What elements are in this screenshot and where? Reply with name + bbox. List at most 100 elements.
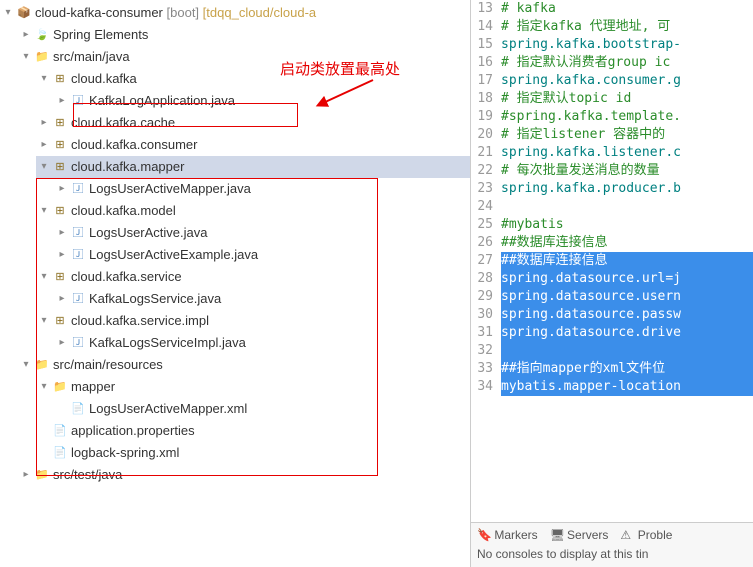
tree-file-logsuseractiveexample[interactable]: ▸ 🄹 LogsUserActiveExample.java bbox=[54, 244, 470, 266]
code-line[interactable]: 32 bbox=[471, 342, 753, 360]
tree-package-cache[interactable]: ▸ ⊞ cloud.kafka.cache bbox=[36, 112, 470, 134]
line-number: 32 bbox=[471, 342, 501, 360]
source-folder-icon: 📁 bbox=[34, 49, 50, 65]
twisty-icon[interactable]: ▸ bbox=[18, 464, 34, 486]
code-line[interactable]: 13# kafka bbox=[471, 0, 753, 18]
package-icon: ⊞ bbox=[52, 269, 68, 285]
item-label: LogsUserActiveExample.java bbox=[89, 244, 258, 266]
code-line[interactable]: 26##数据库连接信息 bbox=[471, 234, 753, 252]
tree-file-kafkalogsserviceimpl[interactable]: ▸ 🄹 KafkaLogsServiceImpl.java bbox=[54, 332, 470, 354]
code-line[interactable]: 33##指向mapper的xml文件位 bbox=[471, 360, 753, 378]
twisty-icon[interactable]: ▸ bbox=[36, 134, 52, 156]
tree-project-root[interactable]: ▾ 📦 cloud-kafka-consumer [boot] [tdqq_cl… bbox=[0, 2, 470, 24]
code-text bbox=[501, 342, 753, 360]
line-number: 15 bbox=[471, 36, 501, 54]
twisty-icon[interactable]: ▸ bbox=[18, 24, 34, 46]
code-line[interactable]: 19#spring.kafka.template. bbox=[471, 108, 753, 126]
code-line[interactable]: 15spring.kafka.bootstrap- bbox=[471, 36, 753, 54]
code-line[interactable]: 28spring.datasource.url=j bbox=[471, 270, 753, 288]
twisty-icon[interactable]: ▾ bbox=[36, 156, 52, 178]
tree-package-model[interactable]: ▾ ⊞ cloud.kafka.model bbox=[36, 200, 470, 222]
source-folder-icon: 📁 bbox=[34, 357, 50, 373]
code-text: spring.kafka.producer.b bbox=[501, 180, 753, 198]
twisty-icon[interactable]: ▾ bbox=[18, 354, 34, 376]
code-line[interactable]: 30spring.datasource.passw bbox=[471, 306, 753, 324]
line-number: 18 bbox=[471, 90, 501, 108]
markers-icon: 🔖 bbox=[477, 528, 491, 542]
code-text: ##数据库连接信息 bbox=[501, 234, 753, 252]
servers-icon: 🖥 bbox=[550, 528, 564, 542]
xml-file-icon: 📄 bbox=[70, 401, 86, 417]
item-label: cloud.kafka.mapper bbox=[71, 156, 184, 178]
twisty-icon[interactable]: ▾ bbox=[36, 200, 52, 222]
code-line[interactable]: 24 bbox=[471, 198, 753, 216]
code-line[interactable]: 14# 指定kafka 代理地址, 可 bbox=[471, 18, 753, 36]
code-text bbox=[501, 198, 753, 216]
twisty-icon[interactable]: ▾ bbox=[36, 376, 52, 398]
tree-file-logsuseractive[interactable]: ▸ 🄹 LogsUserActive.java bbox=[54, 222, 470, 244]
tree-file-kafkalogsservice[interactable]: ▸ 🄹 KafkaLogsService.java bbox=[54, 288, 470, 310]
twisty-icon[interactable]: ▾ bbox=[0, 2, 16, 24]
xml-file-icon: 📄 bbox=[52, 445, 68, 461]
java-file-icon: 🄹 bbox=[70, 291, 86, 307]
code-editor[interactable]: 13# kafka14# 指定kafka 代理地址, 可15spring.kaf… bbox=[471, 0, 753, 522]
line-number: 20 bbox=[471, 126, 501, 144]
tree-file-logback-spring[interactable]: 📄 logback-spring.xml bbox=[36, 442, 470, 464]
tree-package-kafka[interactable]: ▾ ⊞ cloud.kafka bbox=[36, 68, 470, 90]
tree-folder-mapper[interactable]: ▾ 📁 mapper bbox=[36, 376, 470, 398]
code-text: # 每次批量发送消息的数量 bbox=[501, 162, 753, 180]
line-number: 14 bbox=[471, 18, 501, 36]
twisty-icon[interactable]: ▸ bbox=[54, 90, 70, 112]
tree-file-mapper-java[interactable]: ▸ 🄹 LogsUserActiveMapper.java bbox=[54, 178, 470, 200]
code-line[interactable]: 22# 每次批量发送消息的数量 bbox=[471, 162, 753, 180]
item-label: KafkaLogsService.java bbox=[89, 288, 221, 310]
item-label: src/test/java bbox=[53, 464, 122, 486]
tab-problems[interactable]: ⚠ Proble bbox=[620, 528, 672, 542]
code-line[interactable]: 25#mybatis bbox=[471, 216, 753, 234]
code-line[interactable]: 29spring.datasource.usern bbox=[471, 288, 753, 306]
tree-src-main-resources[interactable]: ▾ 📁 src/main/resources bbox=[18, 354, 470, 376]
code-line[interactable]: 21spring.kafka.listener.c bbox=[471, 144, 753, 162]
tree-package-service[interactable]: ▾ ⊞ cloud.kafka.service bbox=[36, 266, 470, 288]
tree-spring-elements[interactable]: ▸ 🍃 Spring Elements bbox=[18, 24, 470, 46]
tree-package-mapper[interactable]: ▾ ⊞ cloud.kafka.mapper bbox=[36, 156, 470, 178]
spring-leaf-icon: 🍃 bbox=[34, 27, 50, 43]
twisty-icon[interactable]: ▸ bbox=[54, 222, 70, 244]
code-line[interactable]: 27##数据库连接信息 bbox=[471, 252, 753, 270]
twisty-icon[interactable]: ▾ bbox=[36, 310, 52, 332]
code-line[interactable]: 18# 指定默认topic id bbox=[471, 90, 753, 108]
code-line[interactable]: 34mybatis.mapper-location bbox=[471, 378, 753, 396]
twisty-icon[interactable]: ▸ bbox=[54, 178, 70, 200]
tab-markers[interactable]: 🔖 Markers bbox=[477, 528, 538, 542]
code-line[interactable]: 20# 指定listener 容器中的 bbox=[471, 126, 753, 144]
package-icon: ⊞ bbox=[52, 203, 68, 219]
twisty-icon[interactable]: ▾ bbox=[18, 46, 34, 68]
tree-src-test-java[interactable]: ▸ 📁 src/test/java bbox=[18, 464, 470, 486]
code-line[interactable]: 31spring.datasource.drive bbox=[471, 324, 753, 342]
line-number: 23 bbox=[471, 180, 501, 198]
twisty-icon[interactable]: ▸ bbox=[54, 332, 70, 354]
tree-package-service-impl[interactable]: ▾ ⊞ cloud.kafka.service.impl bbox=[36, 310, 470, 332]
folder-icon: 📁 bbox=[52, 379, 68, 395]
twisty-icon[interactable]: ▸ bbox=[54, 244, 70, 266]
line-number: 31 bbox=[471, 324, 501, 342]
package-icon: ⊞ bbox=[52, 71, 68, 87]
code-line[interactable]: 23spring.kafka.producer.b bbox=[471, 180, 753, 198]
line-number: 30 bbox=[471, 306, 501, 324]
code-line[interactable]: 16# 指定默认消费者group ic bbox=[471, 54, 753, 72]
twisty-icon[interactable]: ▸ bbox=[36, 112, 52, 134]
twisty-icon[interactable]: ▾ bbox=[36, 68, 52, 90]
bottom-views: 🔖 Markers 🖥 Servers ⚠ Proble No consoles… bbox=[471, 522, 753, 567]
package-icon: ⊞ bbox=[52, 137, 68, 153]
twisty-icon[interactable]: ▾ bbox=[36, 266, 52, 288]
tree-file-kafkalogapp[interactable]: ▸ 🄹 KafkaLogApplication.java bbox=[54, 90, 470, 112]
code-line[interactable]: 17spring.kafka.consumer.g bbox=[471, 72, 753, 90]
tree-package-consumer[interactable]: ▸ ⊞ cloud.kafka.consumer bbox=[36, 134, 470, 156]
tree-file-application-properties[interactable]: 📄 application.properties bbox=[36, 420, 470, 442]
package-icon: ⊞ bbox=[52, 313, 68, 329]
tab-servers[interactable]: 🖥 Servers bbox=[550, 528, 609, 542]
tree-file-mapper-xml[interactable]: 📄 LogsUserActiveMapper.xml bbox=[54, 398, 470, 420]
tree-src-main-java[interactable]: ▾ 📁 src/main/java bbox=[18, 46, 470, 68]
twisty-icon[interactable]: ▸ bbox=[54, 288, 70, 310]
project-label: cloud-kafka-consumer [boot] [tdqq_cloud/… bbox=[35, 2, 316, 24]
